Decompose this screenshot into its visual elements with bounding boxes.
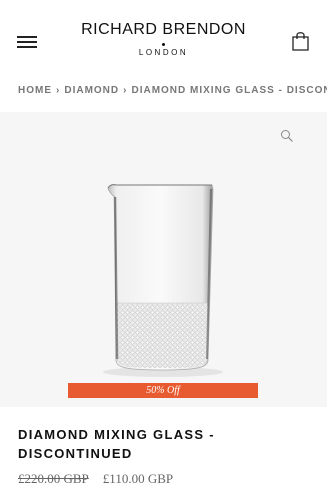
sale-badge: 50% Off [68, 383, 258, 398]
sale-price: £110.00 GBP [102, 471, 174, 486]
brand-dot [162, 43, 165, 46]
magnifier-icon[interactable] [280, 129, 294, 143]
site-header: RICHARD BRENDON LONDON [0, 0, 327, 70]
shopping-bag-icon[interactable] [292, 31, 309, 51]
brand-logo[interactable]: RICHARD BRENDON LONDON [0, 20, 327, 58]
chevron-right-icon: › [123, 85, 128, 96]
product-title: DIAMOND MIXING GLASS - DISCONTINUED [18, 427, 215, 461]
breadcrumb-diamond[interactable]: DIAMOND [64, 85, 119, 96]
chevron-right-icon: › [56, 85, 61, 96]
original-price: £220.00 GBP [18, 471, 89, 486]
product-image-mixing-glass[interactable] [0, 175, 327, 385]
breadcrumb: HOME › DIAMOND › DIAMOND MIXING GLASS - DISC… [18, 84, 327, 98]
breadcrumb-home[interactable]: HOME [18, 85, 52, 96]
breadcrumb-current: DIAMOND MIXING GLASS - DISCONTINUED [131, 85, 327, 96]
brand-sub: LONDON [138, 48, 189, 57]
price-block: £220.00 GBP £110.00 GBP [18, 471, 173, 487]
brand-name: RICHARD BRENDON [81, 21, 246, 38]
